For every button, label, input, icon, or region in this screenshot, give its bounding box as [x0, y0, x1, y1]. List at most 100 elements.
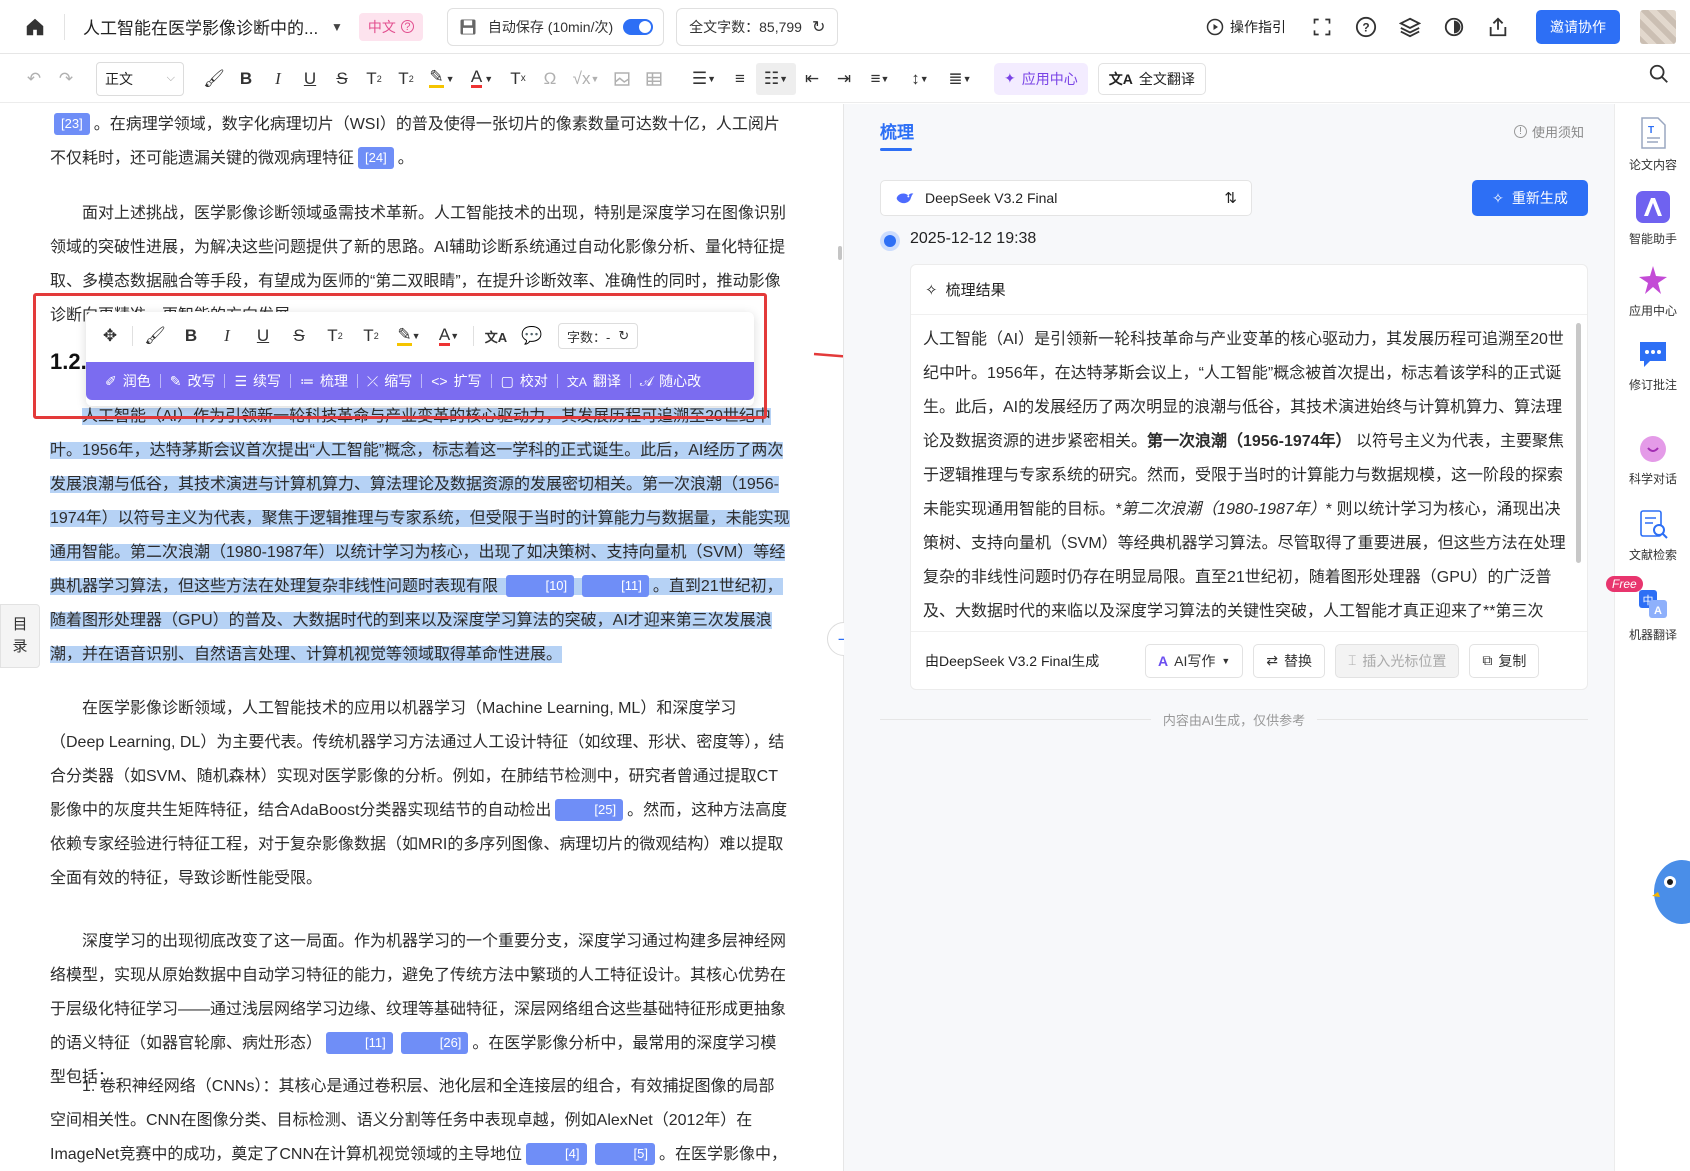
ai-action-proofread[interactable]: ▢ 校对: [492, 371, 557, 391]
ai-action-organize[interactable]: ≔ 梳理: [291, 371, 357, 391]
citation-badge[interactable]: [5]: [594, 1143, 655, 1165]
align-icon[interactable]: ≡ ▼: [860, 63, 900, 95]
ai-action-polish[interactable]: ✐ 润色: [96, 371, 160, 391]
search-icon[interactable]: [1648, 63, 1670, 88]
highlight-icon[interactable]: ✎ ▼: [422, 63, 462, 95]
image-icon[interactable]: [606, 63, 638, 95]
mascot-icon[interactable]: [1652, 856, 1690, 926]
paragraph[interactable]: 在医学影像诊断领域，人工智能技术的应用以机器学习（Machine Learnin…: [50, 692, 790, 896]
theme-icon[interactable]: [1440, 13, 1468, 41]
ai-write-button[interactable]: A AI写作 ▼: [1145, 643, 1244, 678]
line-spacing-icon[interactable]: ↕ ▼: [900, 63, 940, 95]
citation-badge[interactable]: [10]: [506, 575, 575, 597]
layers-icon[interactable]: [1396, 13, 1424, 41]
numbered-list-icon[interactable]: ≡: [724, 63, 756, 95]
font-color-icon[interactable]: A ▼: [429, 320, 469, 352]
underline-icon[interactable]: U: [245, 320, 281, 352]
guide-button[interactable]: 操作指引: [1206, 17, 1286, 37]
citation-badge[interactable]: [26]: [400, 1032, 469, 1054]
paragraph[interactable]: [23] 。在病理学领域，数字化病理切片（WSI）的普及使得一张切片的像素数量可达…: [50, 108, 790, 176]
help-icon[interactable]: ?: [1352, 13, 1380, 41]
settings-sliders-icon[interactable]: ⇅: [1224, 189, 1237, 207]
toc-tab[interactable]: 目 录: [0, 604, 40, 668]
multilevel-list-icon[interactable]: ☷ ▼: [756, 62, 796, 95]
app-center-button[interactable]: ✦ 应用中心: [994, 62, 1088, 95]
rail-item-machine-translate[interactable]: 中A 机器翻译: [1615, 588, 1690, 643]
ai-action-freeform[interactable]: 𝒜 随心改: [631, 371, 710, 391]
result-text[interactable]: 人工智能（AI）是引领新一轮科技革命与产业变革的核心驱动力，其发展历程可追溯至2…: [923, 323, 1569, 625]
replace-button[interactable]: ⇄ 替换: [1253, 643, 1326, 678]
bullet-list-icon[interactable]: ☰ ▼: [684, 63, 724, 95]
refresh-icon[interactable]: ↻: [618, 328, 629, 344]
rail-item-revisions[interactable]: 修订批注: [1615, 338, 1690, 393]
comment-icon[interactable]: 💬: [514, 320, 550, 352]
bold-icon[interactable]: B: [230, 63, 262, 95]
italic-icon[interactable]: I: [262, 63, 294, 95]
superscript-icon[interactable]: T2: [390, 63, 422, 95]
ai-action-shorten[interactable]: ⤫ 缩写: [358, 371, 421, 391]
svg-text:?: ?: [1362, 21, 1369, 35]
copy-button[interactable]: ⧉ 复制: [1469, 643, 1540, 678]
underline-icon[interactable]: U: [294, 63, 326, 95]
usage-notice-link[interactable]: ! 使用须知: [1513, 122, 1584, 141]
tab-organize[interactable]: 梳理: [880, 118, 914, 143]
full-translate-button[interactable]: 文A 全文翻译: [1097, 62, 1206, 95]
document-title[interactable]: 人工智能在医学影像诊断中的...: [83, 14, 323, 39]
rail-item-science-chat[interactable]: 科学对话: [1615, 434, 1690, 487]
strikethrough-icon[interactable]: S: [281, 320, 317, 352]
citation-badge[interactable]: [4]: [526, 1143, 587, 1165]
ai-action-continue[interactable]: ☰ 续写: [225, 371, 290, 391]
refresh-icon[interactable]: ↻: [812, 17, 825, 37]
indent-icon[interactable]: ⇥: [828, 63, 860, 95]
redo-icon[interactable]: ↷: [50, 63, 82, 95]
strikethrough-icon[interactable]: S: [326, 63, 358, 95]
paragraph-selected[interactable]: 人工智能（AI）作为引领新一轮科技革命与产业变革的核心驱动力，其发展历程可追溯至…: [50, 400, 790, 672]
citation-badge[interactable]: [11]: [326, 1032, 393, 1054]
rail-item-assistant[interactable]: 智能助手: [1615, 190, 1690, 247]
subscript-icon[interactable]: T2: [353, 320, 389, 352]
special-char-icon[interactable]: Ω: [534, 63, 566, 95]
share-icon[interactable]: [1484, 13, 1512, 41]
outdent-icon[interactable]: ⇤: [796, 63, 828, 95]
formula-icon[interactable]: √x ▼: [566, 63, 606, 95]
citation-badge[interactable]: [23]: [54, 113, 90, 135]
home-icon[interactable]: [18, 10, 52, 44]
ai-action-expand[interactable]: <> 扩写: [422, 371, 490, 391]
autosave-toggle[interactable]: [623, 18, 654, 35]
chevron-down-icon[interactable]: ▼: [331, 20, 343, 34]
table-icon[interactable]: [638, 63, 670, 95]
rail-item-paper-content[interactable]: T 论文内容: [1615, 116, 1690, 173]
model-select[interactable]: DeepSeek V3.2 Final ⇅: [880, 180, 1252, 216]
regenerate-button[interactable]: ✧ 重新生成: [1472, 180, 1588, 216]
format-painter-icon[interactable]: 🖌: [137, 320, 173, 352]
editor-scrollbar[interactable]: [838, 246, 842, 260]
paragraph-style-select[interactable]: 正文 ⌵: [96, 61, 184, 96]
ai-action-translate[interactable]: 文A 翻译: [558, 371, 630, 391]
invite-button[interactable]: 邀请协作: [1536, 10, 1620, 44]
ai-action-rewrite[interactable]: ✎ 改写: [161, 371, 225, 391]
language-badge[interactable]: 中文 ?: [358, 12, 423, 41]
rail-item-literature-search[interactable]: 文献检索: [1615, 508, 1690, 563]
format-painter-icon[interactable]: 🖌: [198, 63, 230, 95]
translate-icon[interactable]: 文A: [478, 320, 514, 352]
move-icon[interactable]: ✥: [92, 320, 128, 352]
paragraph[interactable]: 1. 卷积神经网络（CNNs）：其核心是通过卷积层、池化层和全连接层的组合，有效…: [50, 1070, 790, 1171]
subscript-icon[interactable]: T2: [358, 63, 390, 95]
bold-icon[interactable]: B: [173, 320, 209, 352]
rail-item-app-center[interactable]: 应用中心: [1615, 264, 1690, 319]
avatar[interactable]: [1640, 10, 1676, 44]
insert-at-cursor-button[interactable]: ⌶ 插入光标位置: [1335, 643, 1460, 678]
result-scrollbar[interactable]: [1576, 323, 1581, 563]
superscript-icon[interactable]: T2: [317, 320, 353, 352]
editor-area[interactable]: [23] 。在病理学领域，数字化病理切片（WSI）的普及使得一张切片的像素数量可达…: [0, 104, 842, 1171]
fullscreen-icon[interactable]: [1308, 13, 1336, 41]
citation-badge[interactable]: [24]: [358, 147, 394, 169]
clear-format-icon[interactable]: Tx: [502, 63, 534, 95]
font-color-icon[interactable]: A ▼: [462, 63, 502, 95]
citation-badge[interactable]: [25]: [555, 799, 624, 821]
italic-icon[interactable]: I: [209, 320, 245, 352]
undo-icon[interactable]: ↶: [18, 63, 50, 95]
paragraph-spacing-icon[interactable]: ≣ ▼: [940, 63, 980, 95]
citation-badge[interactable]: [11]: [582, 575, 649, 597]
highlight-icon[interactable]: ✎ ▼: [389, 320, 429, 352]
